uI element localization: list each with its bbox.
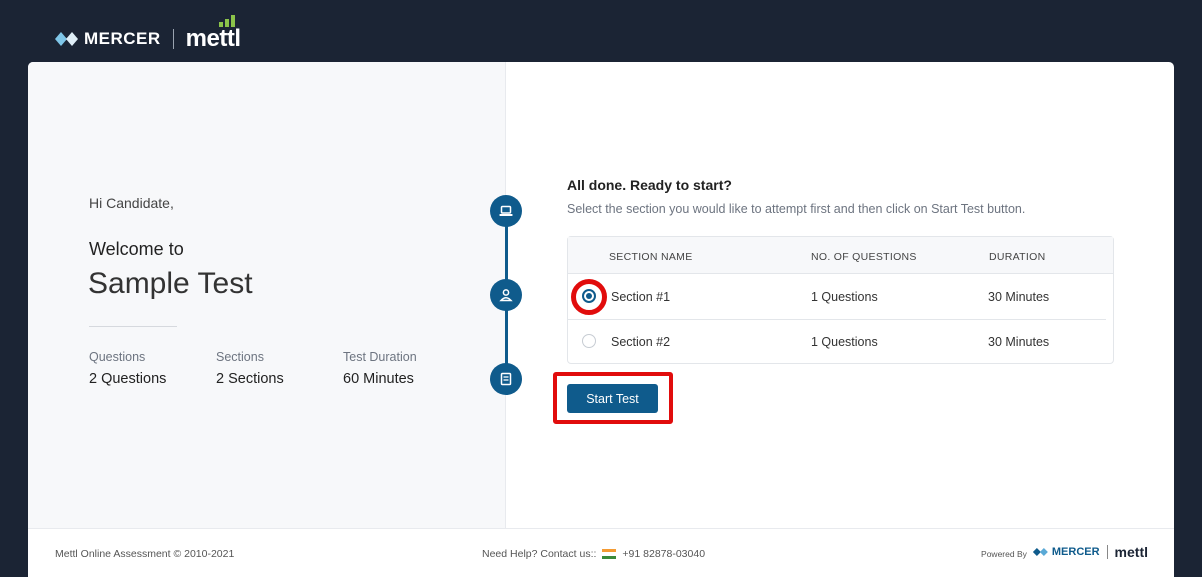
section-duration: 30 Minutes [988, 290, 1050, 304]
step-system-check [490, 195, 522, 227]
copyright-text: Mettl Online Assessment © 2010-2021 [55, 548, 235, 560]
mercer-logo-icon [55, 32, 79, 46]
mettl-wordmark: mettl [1114, 544, 1148, 560]
stat-label: Sections [216, 350, 264, 364]
column-header-section: SECTION NAME [609, 251, 693, 263]
mettl-wordmark: mettl [186, 15, 241, 53]
table-row[interactable]: Section #2 1 Questions 30 Minutes [568, 319, 1113, 364]
powered-by-logo: MERCER mettl [1032, 544, 1148, 560]
stat-questions: Questions 2 Questions [89, 350, 166, 387]
top-bar: MERCER mettl [0, 0, 1202, 62]
stat-value: 2 Questions [89, 371, 167, 387]
help-contact: Need Help? Contact us:: +91 82878-03040 [482, 548, 705, 560]
table-header: SECTION NAME NO. OF QUESTIONS DURATION [568, 237, 1113, 274]
section-2-radio[interactable] [582, 334, 596, 348]
section-table: SECTION NAME NO. OF QUESTIONS DURATION S… [567, 236, 1114, 364]
stat-sections: Sections 2 Sections [216, 350, 284, 387]
india-flag-icon [602, 549, 617, 559]
phone-number[interactable]: +91 82878-03040 [622, 548, 705, 560]
step-profile [490, 279, 522, 311]
greeting-text: Hi Candidate, [89, 195, 174, 211]
question-count: 1 Questions [811, 290, 878, 304]
section-duration: 30 Minutes [988, 335, 1050, 349]
test-instructions-card: Hi Candidate, Welcome to Sample Test Que… [28, 62, 1174, 577]
section-name: Section #2 [611, 335, 671, 349]
ready-subtitle: Select the section you would like to att… [567, 202, 1026, 216]
powered-by: Powered By MERCER mettl [981, 544, 1148, 560]
logo-divider [1106, 545, 1108, 559]
logo-divider [172, 29, 174, 49]
mercer-wordmark: MERCER [84, 29, 161, 48]
help-text: Need Help? Contact us:: [482, 548, 597, 560]
book-icon [500, 372, 512, 386]
test-name: Sample Test [88, 267, 253, 300]
stat-duration: Test Duration 60 Minutes [343, 350, 417, 387]
table-row[interactable]: Section #1 1 Questions 30 Minutes [568, 274, 1113, 319]
powered-by-text: Powered By [981, 549, 1027, 559]
radio-highlight-circle [571, 279, 607, 315]
divider [89, 326, 177, 327]
stat-value: 60 Minutes [343, 371, 414, 387]
welcome-text: Welcome to [89, 239, 184, 259]
section-name: Section #1 [611, 290, 671, 304]
laptop-icon [499, 205, 513, 216]
stat-value: 2 Sections [216, 371, 284, 387]
mettl-bars-icon [218, 15, 241, 27]
footer: Mettl Online Assessment © 2010-2021 Need… [28, 528, 1174, 577]
step-instructions [490, 363, 522, 395]
stat-label: Test Duration [343, 350, 417, 364]
mercer-wordmark: MERCER [1051, 546, 1100, 558]
mercer-logo-icon [1032, 548, 1049, 556]
start-test-button[interactable]: Start Test [567, 384, 658, 413]
column-header-questions: NO. OF QUESTIONS [811, 251, 917, 263]
question-count: 1 Questions [811, 335, 878, 349]
ready-title: All done. Ready to start? [567, 177, 732, 193]
column-header-duration: DURATION [989, 251, 1046, 263]
user-icon [499, 289, 513, 302]
stat-label: Questions [89, 350, 146, 364]
brand-logo: MERCER mettl [55, 15, 241, 53]
welcome-panel: Hi Candidate, Welcome to Sample Test Que… [28, 62, 506, 528]
